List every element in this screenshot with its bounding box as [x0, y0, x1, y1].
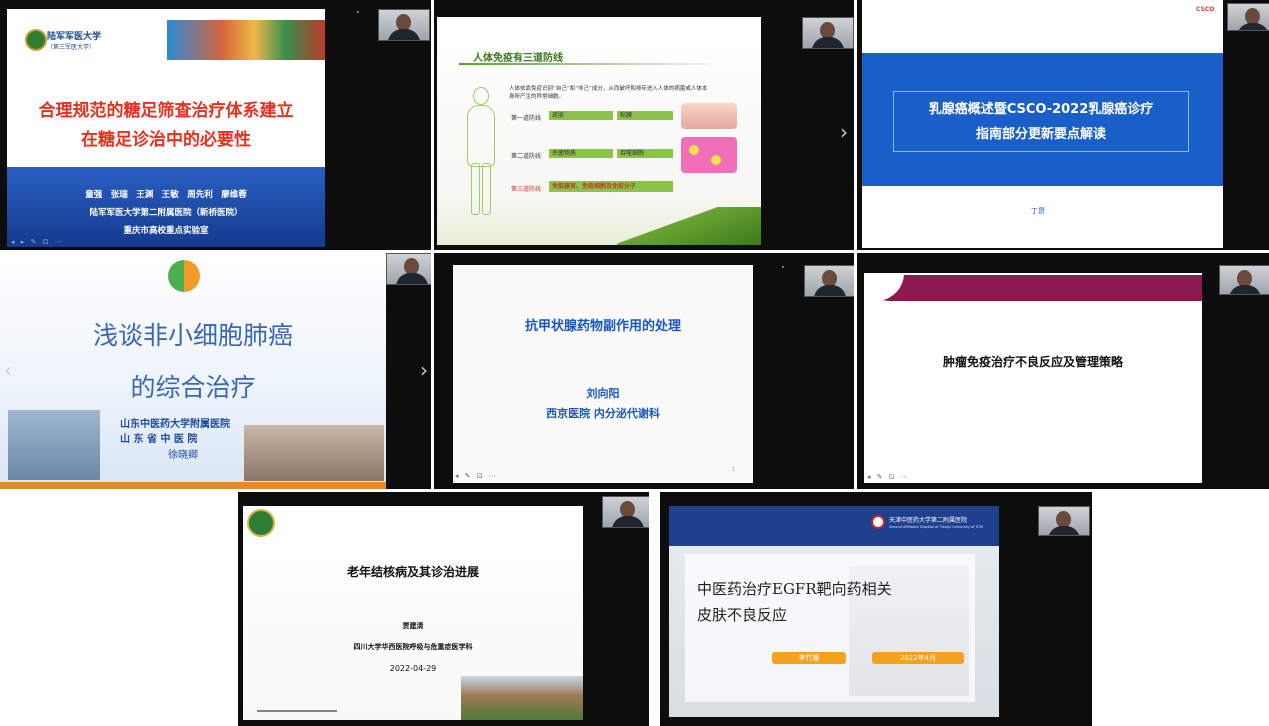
participant-camera[interactable] [378, 9, 430, 41]
title-panel: 中医药治疗EGFR靶向药相关 皮肤不良反应 李竹娜 2022年4月 [685, 554, 975, 702]
maroon-header [864, 275, 1202, 301]
department: 西京医院 内分泌代谢科 [546, 407, 660, 420]
video-tile-5[interactable]: 抗甲状腺药物副作用的处理 刘向阳 西京医院 内分泌代谢科 1 ◂ ✎ ⊡ ⋯ [434, 253, 854, 489]
slide-7: 老年结核病及其诊治进展 贾建清 四川大学华西医院呼吸与危重症医学科 2022-0… [243, 506, 583, 720]
university-logo [247, 509, 275, 537]
defense-line3-text: 免疫器官、免疫细胞及免疫分子 [549, 181, 673, 192]
department: 四川大学华西医院呼吸与危重症医学科 [353, 643, 473, 651]
defense-line1-mucosa: 粘膜 [617, 111, 673, 120]
slide-title-line2: 皮肤不良反应 [697, 606, 788, 624]
intro-line2: 身所产生的异常细胞。 [509, 94, 565, 100]
slide-title: 抗甲状腺药物副作用的处理 [524, 319, 681, 334]
hospital-line1: 山东中医药大学附属医院 [120, 419, 230, 430]
video-tile-4[interactable]: 浅谈非小细胞肺癌 的综合治疗 山东中医药大学附属医院 山 东 省 中 医 院 徐… [0, 253, 431, 489]
defense-line2-bactericide: 杀菌物质 [549, 149, 613, 158]
slide-title: 老年结核病及其诊治进展 [346, 565, 479, 579]
slide-title-line1: 浅谈非小细胞肺癌 [92, 321, 293, 350]
authors: 童强 张瑞 王渊 王敏 周先利 廖维蓉 [85, 190, 247, 200]
slide-toolbar[interactable]: ◂ ▸ ✎ ⊡ ⋯ [11, 238, 64, 246]
participant-camera[interactable] [802, 17, 854, 49]
participant-camera[interactable] [386, 253, 431, 285]
author-band: 童强 张瑞 王渊 王敏 周先利 廖维蓉 陆军军医大学第二附属医院（新桥医院） 重… [7, 167, 325, 247]
participant-camera[interactable] [1038, 506, 1090, 536]
speaker-pill: 李竹娜 [772, 652, 846, 664]
hospital-line2: 山 东 省 中 医 院 [120, 434, 198, 445]
header-band: 天津中医药大学第二附属医院 Second Affiliated Hospital… [669, 506, 999, 546]
affiliation-line2: 重庆市高校重点实验室 [123, 226, 209, 236]
participant-camera[interactable] [804, 265, 854, 297]
human-figure [463, 87, 497, 215]
hospital-name-cn: 天津中医药大学第二附属医院 [889, 517, 968, 524]
video-tile-2[interactable]: 人体免疫有三道防线 人体依靠免疫识别“自己”和“非己”成分，从而破坏和排斥进入人… [434, 0, 854, 250]
logo-line1: 陆军军医大学 [47, 32, 102, 42]
campus-gate-photo [461, 676, 583, 720]
hospital-building-right [244, 425, 384, 481]
date: 2022-04-29 [389, 664, 437, 673]
blue-band: 乳腺癌概述暨CSCO-2022乳腺癌诊疗 指南部分更新要点解读 [862, 53, 1223, 186]
defense-line1-label: 第一道防线 [511, 115, 542, 122]
slide-title-line2: 的综合治疗 [130, 373, 256, 402]
page-number: 1 [732, 467, 736, 473]
defense-line2-label: 第二道防线 [511, 153, 542, 160]
next-slide-arrow[interactable]: › [840, 120, 848, 144]
header-photo-strip [167, 20, 325, 60]
bottom-wave [617, 207, 761, 245]
slide-title: 肿瘤免疫治疗不良反应及管理策略 [942, 355, 1123, 369]
participant-camera[interactable] [1227, 3, 1269, 31]
participant-camera[interactable] [602, 496, 649, 528]
video-tile-1[interactable]: 陆军军医大学 （第三军医大学） 合理规范的糖足筛查治疗体系建立 在糖足诊治中的必… [0, 0, 431, 250]
indicator-dot [782, 266, 784, 268]
logo-line2: （第三军医大学） [47, 44, 96, 51]
slide-4: 浅谈非小细胞肺癌 的综合治疗 山东中医药大学附属医院 山 东 省 中 医 院 徐… [0, 253, 386, 489]
speaker-name: 徐晓卿 [168, 450, 198, 461]
slide-title-line2: 在糖足诊治中的必要性 [81, 130, 251, 150]
date-pill: 2022年4月 [872, 652, 964, 664]
defense-line1-skin: 皮肤 [549, 111, 613, 120]
video-tile-8[interactable]: 天津中医药大学第二附属医院 Second Affiliated Hospital… [660, 492, 1092, 726]
video-tile-6[interactable]: 肿瘤免疫治疗不良反应及管理策略 ◂ ✎ ⊡ ⋯ [857, 253, 1269, 489]
speaker-name: 贾建清 [402, 622, 424, 630]
slide-3: CSCO 乳腺癌概述暨CSCO-2022乳腺癌诊疗 指南部分更新要点解读 丁昂 [862, 0, 1223, 248]
taiji-logo [168, 260, 200, 292]
slide-1: 陆军军医大学 （第三军医大学） 合理规范的糖足筛查治疗体系建立 在糖足诊治中的必… [7, 9, 325, 247]
intro-line1: 人体依靠免疫识别“自己”和“非己”成分，从而破坏和排斥进入人体的病菌或人体本 [509, 86, 708, 92]
slide-5: 抗甲状腺药物副作用的处理 刘向阳 西京医院 内分泌代谢科 1 ◂ ✎ ⊡ ⋯ [453, 265, 753, 483]
prev-slide-arrow[interactable]: ‹ [4, 358, 12, 382]
calligraphy-signature [257, 702, 337, 712]
hospital-name-en: Second Affiliated Hospital of Tianjin Un… [889, 525, 983, 529]
speaker-name: 丁昂 [1031, 207, 1045, 215]
affiliation-line1: 陆军军医大学第二附属医院（新桥医院） [89, 208, 243, 218]
orange-footer [0, 482, 386, 489]
slide-8: 天津中医药大学第二附属医院 Second Affiliated Hospital… [669, 506, 999, 717]
csco-logo: CSCO [1196, 6, 1215, 13]
cell-illustration [681, 137, 737, 173]
slide-title-line1: 乳腺癌概述暨CSCO-2022乳腺癌诊疗 [928, 102, 1154, 117]
skin-illustration [681, 103, 737, 129]
slide-toolbar[interactable]: ◂ ✎ ⊡ ⋯ [455, 472, 498, 480]
slide-6: 肿瘤免疫治疗不良反应及管理策略 ◂ ✎ ⊡ ⋯ [864, 273, 1202, 483]
indicator-dot [357, 11, 359, 13]
title-box: 乳腺癌概述暨CSCO-2022乳腺癌诊疗 指南部分更新要点解读 [893, 91, 1189, 152]
defense-line3-label: 第三道防线 [511, 186, 542, 193]
slide-title-line1: 中医药治疗EGFR靶向药相关 [697, 580, 892, 598]
slide-title-line1: 合理规范的糖足筛查治疗体系建立 [38, 101, 294, 121]
participant-camera[interactable] [1219, 265, 1269, 295]
defense-line2-phagocyte: 吞噬细胞 [617, 149, 673, 158]
slide-toolbar[interactable]: ◂ ✎ ⊡ ⋯ [867, 473, 910, 481]
slide-2: 人体免疫有三道防线 人体依靠免疫识别“自己”和“非己”成分，从而破坏和排斥进入人… [437, 17, 761, 245]
video-tile-3[interactable]: CSCO 乳腺癌概述暨CSCO-2022乳腺癌诊疗 指南部分更新要点解读 丁昂 [857, 0, 1269, 250]
speaker-name: 刘向阳 [586, 387, 620, 400]
hospital-building-left [8, 410, 100, 480]
next-slide-arrow[interactable]: › [420, 358, 428, 382]
video-tile-7[interactable]: 老年结核病及其诊治进展 贾建清 四川大学华西医院呼吸与危重症医学科 2022-0… [238, 492, 649, 726]
university-logo [25, 29, 47, 51]
slide-title: 人体免疫有三道防线 [473, 53, 563, 64]
hospital-logo [871, 515, 885, 529]
slide-title-line2: 指南部分更新要点解读 [975, 127, 1106, 142]
